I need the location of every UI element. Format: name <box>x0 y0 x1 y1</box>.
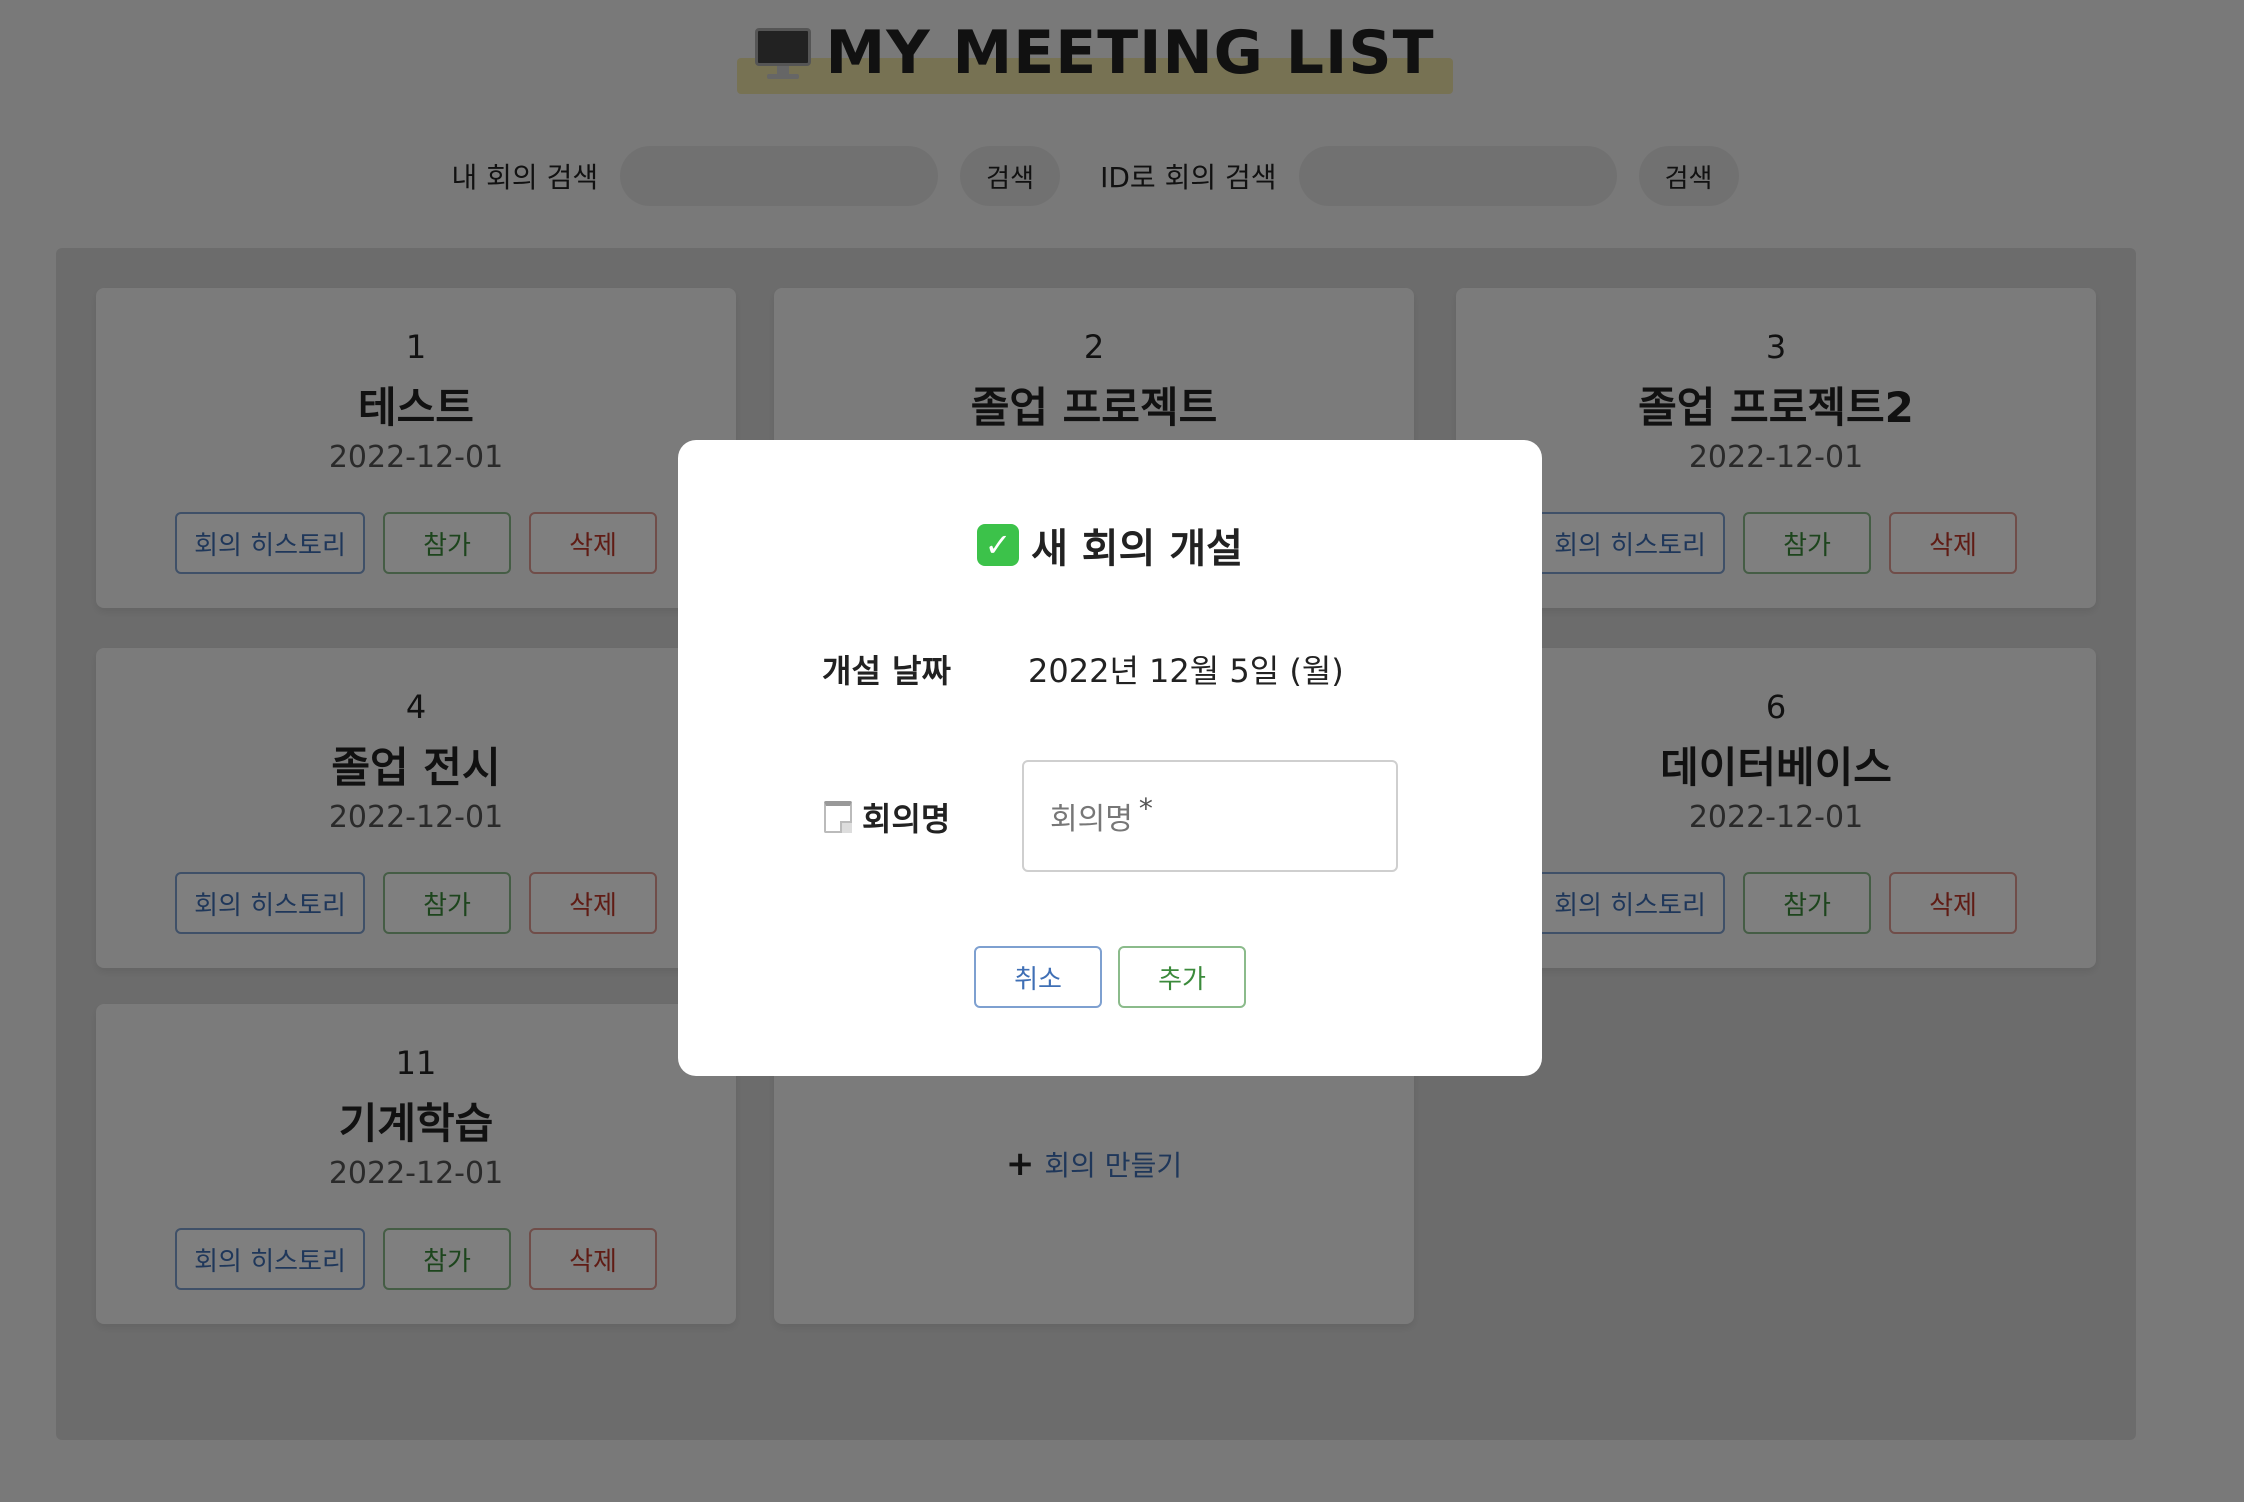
page-title-text: MY MEETING LIST <box>825 18 1435 88</box>
meeting-name-label: 회의명 <box>824 794 950 840</box>
date-value: 2022년 12월 5일 (월) <box>1028 652 1344 690</box>
modal-title: ✓ 새 회의 개설 <box>678 516 1542 574</box>
check-mark-icon: ✓ <box>977 524 1020 566</box>
meeting-name-placeholder: 회의명 <box>1050 802 1133 837</box>
memo-icon <box>824 801 852 833</box>
required-mark: * <box>1138 791 1153 825</box>
date-label: 개설 날짜 <box>822 646 951 692</box>
modal-title-text: 새 회의 개설 <box>1031 526 1243 572</box>
new-meeting-modal: ✓ 새 회의 개설 개설 날짜 2022년 12월 5일 (월) 회의명 회의명… <box>678 440 1542 1076</box>
modal-actions: 취소 추가 <box>678 946 1542 1008</box>
page-title: MY MEETING LIST <box>737 18 1453 94</box>
page: MY MEETING LIST 내 회의 검색 검색 ID로 회의 검색 검색 … <box>0 0 2244 1502</box>
date-label-text: 개설 날짜 <box>822 652 951 690</box>
desktop-computer-icon <box>755 28 812 79</box>
meeting-name-label-text: 회의명 <box>862 800 951 838</box>
meeting-name-input[interactable]: 회의명 * <box>1022 760 1398 872</box>
add-button[interactable]: 추가 <box>1118 946 1246 1008</box>
cancel-button[interactable]: 취소 <box>974 946 1102 1008</box>
